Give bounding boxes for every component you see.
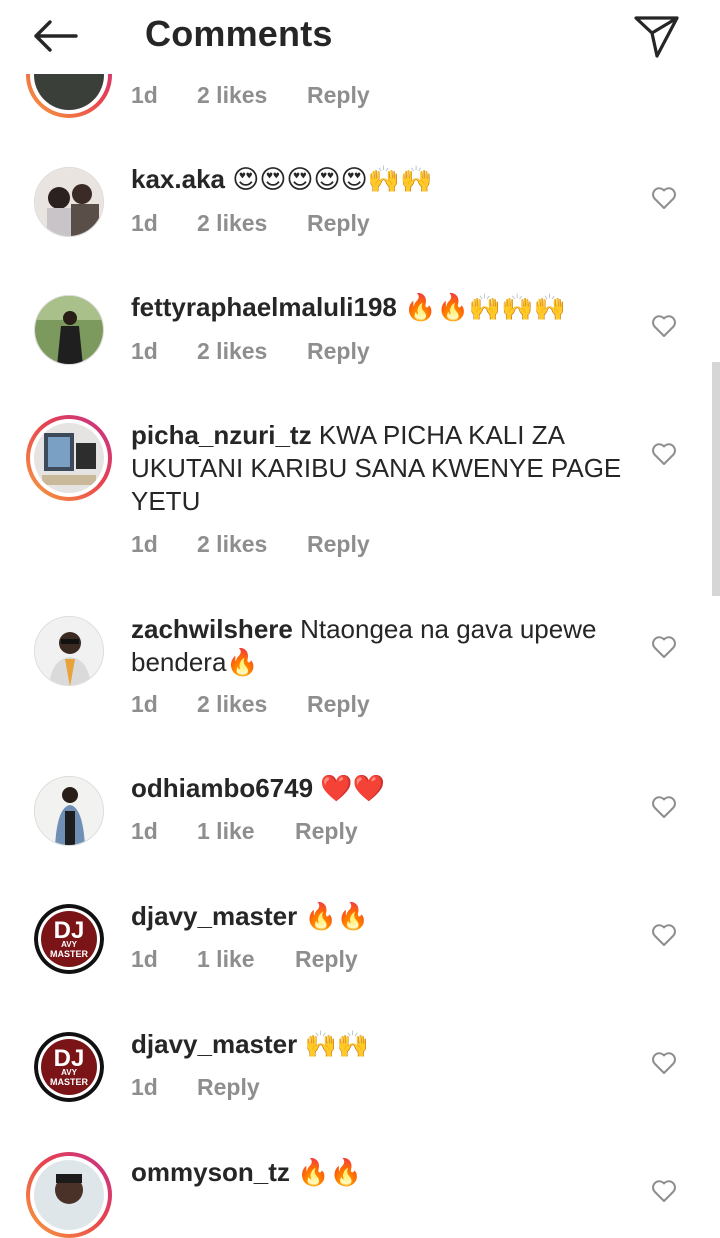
comment-likes[interactable]: 2 likes: [197, 210, 267, 237]
logo-text-master: MASTER: [50, 1077, 89, 1087]
like-heart-icon[interactable]: [651, 923, 677, 947]
comment-text: ❤️❤️: [313, 773, 386, 803]
comment-username[interactable]: djavy_master: [131, 1029, 297, 1059]
arrow-left-icon[interactable]: [30, 16, 82, 56]
comment-username[interactable]: odhiambo6749: [131, 773, 313, 803]
comment-likes[interactable]: 1 like: [197, 946, 255, 973]
comment-time: 1d: [131, 531, 158, 557]
scrollbar[interactable]: [712, 362, 720, 596]
comment-time: 1d: [131, 946, 158, 972]
like-heart-icon[interactable]: [651, 795, 677, 819]
comment-text: 😍😍😍😍😍🙌🙌: [224, 164, 433, 194]
avatar[interactable]: DJ AVY MASTER: [34, 904, 104, 974]
avatar[interactable]: [26, 1152, 112, 1238]
like-heart-icon[interactable]: [651, 635, 677, 659]
logo-text-avy: AVY: [61, 1068, 78, 1077]
comment-time: 1d: [131, 210, 158, 236]
comment-username[interactable]: kax.aka: [131, 164, 225, 194]
comments-list[interactable]: 1d 2 likes Reply kax.aka 😍😍😍😍😍🙌🙌 1d 2 li…: [0, 0, 720, 1238]
comment-likes[interactable]: 2 likes: [197, 531, 267, 558]
reply-button[interactable]: Reply: [197, 1074, 260, 1101]
reply-button[interactable]: Reply: [295, 946, 358, 973]
avatar[interactable]: [34, 776, 104, 846]
comment-text: 🔥🔥: [289, 1157, 362, 1187]
reply-button[interactable]: Reply: [307, 691, 370, 718]
avatar[interactable]: [34, 167, 104, 237]
like-heart-icon[interactable]: [651, 1179, 677, 1203]
comment-username[interactable]: picha_nzuri_tz: [131, 420, 312, 450]
like-heart-icon[interactable]: [651, 314, 677, 338]
comment-likes[interactable]: 2 likes: [197, 82, 267, 109]
comment-username[interactable]: djavy_master: [131, 901, 297, 931]
comment-text: 🔥🔥🙌🙌🙌: [396, 292, 566, 322]
comment-likes[interactable]: 2 likes: [197, 691, 267, 718]
comment-time: 1d: [131, 818, 158, 844]
reply-button[interactable]: Reply: [307, 338, 370, 365]
logo-text-avy: AVY: [61, 940, 78, 949]
paper-plane-icon[interactable]: [630, 14, 682, 60]
comment-time: 1d: [131, 82, 158, 108]
avatar[interactable]: [26, 415, 112, 501]
like-heart-icon[interactable]: [651, 186, 677, 210]
reply-button[interactable]: Reply: [307, 210, 370, 237]
comment-time: 1d: [131, 338, 158, 364]
reply-button[interactable]: Reply: [307, 82, 370, 109]
page-title: Comments: [145, 13, 333, 54]
comment-likes[interactable]: 2 likes: [197, 338, 267, 365]
avatar[interactable]: [34, 295, 104, 365]
comment-username[interactable]: fettyraphaelmaluli198: [131, 292, 397, 322]
comment-username[interactable]: ommyson_tz: [131, 1157, 290, 1187]
comment-username[interactable]: zachwilshere: [131, 614, 293, 644]
like-heart-icon[interactable]: [651, 1051, 677, 1075]
like-heart-icon[interactable]: [651, 442, 677, 466]
comment-likes[interactable]: 1 like: [197, 818, 255, 845]
avatar[interactable]: DJ AVY MASTER: [34, 1032, 104, 1102]
reply-button[interactable]: Reply: [307, 531, 370, 558]
comment-time: 1d: [131, 691, 158, 717]
comment-text: 🙌🙌: [297, 1029, 370, 1059]
reply-button[interactable]: Reply: [295, 818, 358, 845]
comment-time: 1d: [131, 1074, 158, 1100]
logo-text-master: MASTER: [50, 949, 89, 959]
comment-text: 🔥🔥: [297, 901, 370, 931]
avatar[interactable]: [34, 616, 104, 686]
header-bar: Comments: [0, 0, 720, 74]
